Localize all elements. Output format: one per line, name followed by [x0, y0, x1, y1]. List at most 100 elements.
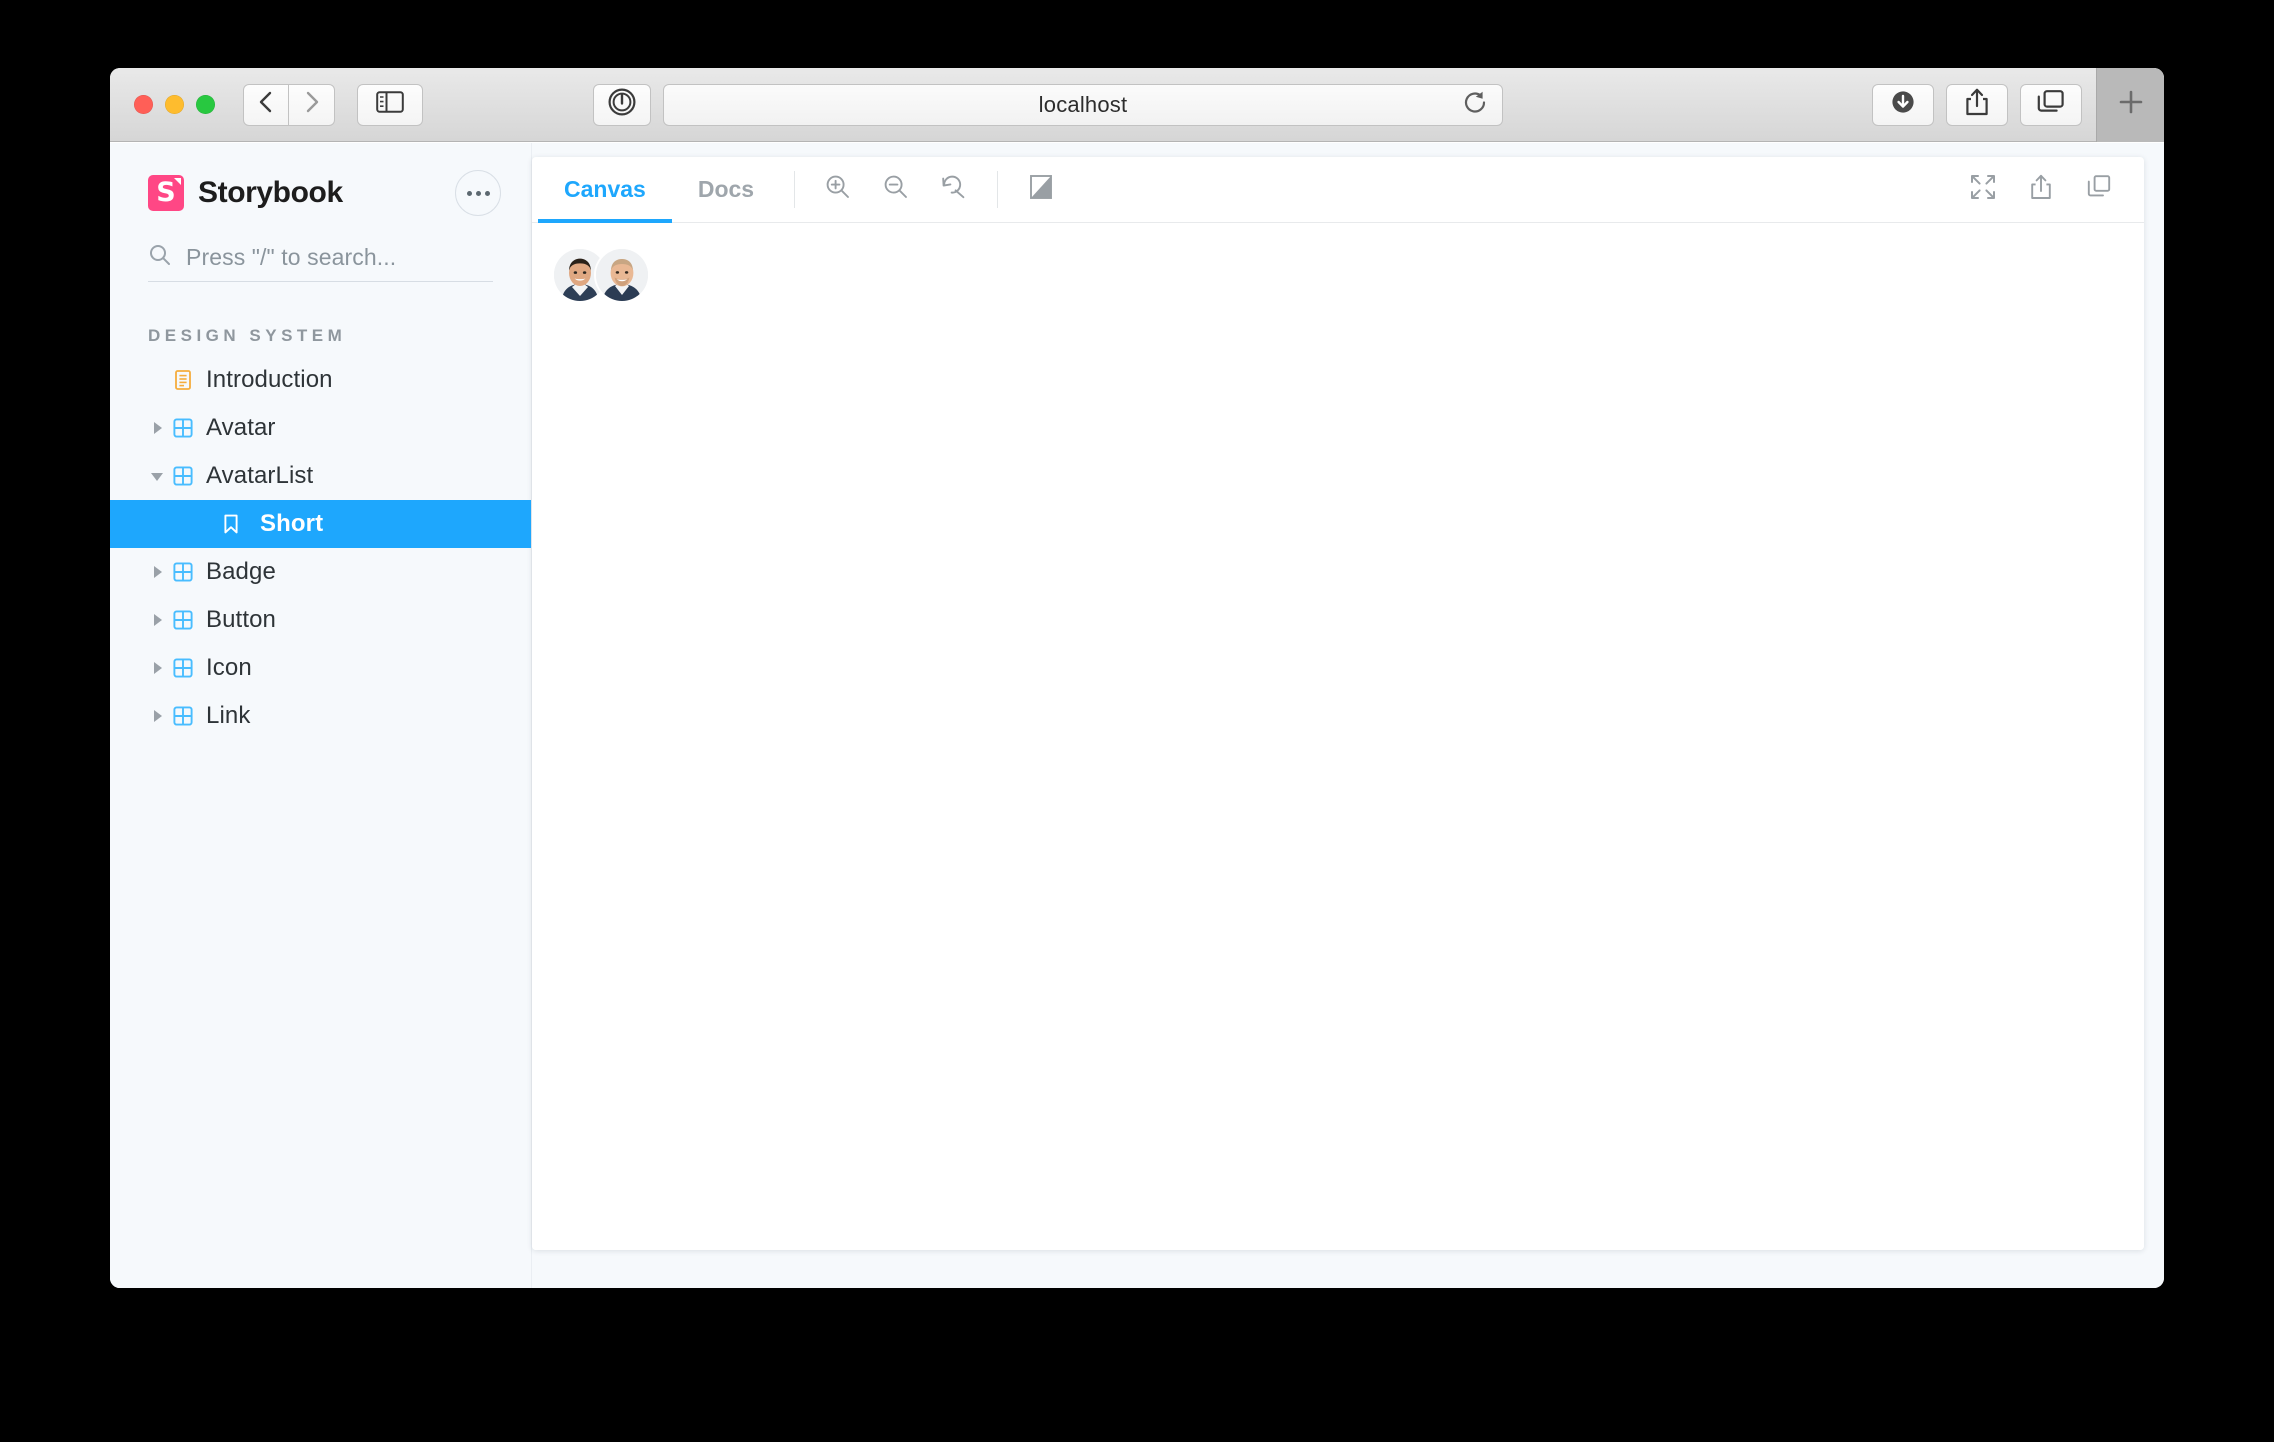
component-icon	[172, 705, 198, 727]
avatar	[596, 249, 648, 301]
zoom-out-icon	[882, 173, 910, 206]
zoom-reset-icon	[940, 173, 968, 206]
sidebar-menu-button[interactable]	[455, 170, 501, 216]
toolbar-separator-2	[997, 171, 999, 208]
preview-area: Canvas Docs	[532, 143, 2164, 1288]
minimize-button[interactable]	[165, 95, 184, 114]
maximize-button[interactable]	[196, 95, 215, 114]
close-button[interactable]	[134, 95, 153, 114]
sidebar-item-label: AvatarList	[206, 462, 314, 489]
tab-canvas[interactable]: Canvas	[538, 157, 672, 223]
tab-overview-button[interactable]	[2020, 83, 2082, 126]
storybook-logo-letter: S	[156, 177, 176, 208]
browser-window: localhost S Storybook Press "/" to searc…	[110, 68, 2164, 1288]
search-icon	[148, 243, 172, 272]
storybook-sidebar: S Storybook Press "/" to search... DESIG…	[110, 143, 532, 1288]
sidebar-panel-icon	[376, 91, 404, 118]
component-icon	[172, 417, 198, 439]
tab-docs[interactable]: Docs	[672, 157, 780, 222]
sidebar-item-label: Button	[206, 606, 276, 633]
sidebar-item-label: Badge	[206, 558, 276, 585]
storybook-logo-icon: S	[148, 175, 184, 211]
avatar-list-story	[554, 249, 2144, 301]
copy-link-button[interactable]	[2070, 157, 2128, 222]
forward-button[interactable]	[289, 83, 335, 126]
browser-titlebar: localhost	[110, 68, 2164, 142]
chevron-right-icon[interactable]	[148, 565, 166, 579]
navigation-buttons	[243, 83, 335, 126]
sidebar-item-avatar[interactable]: Avatar	[110, 404, 531, 452]
storybook-app: S Storybook Press "/" to search... DESIG…	[110, 143, 2164, 1288]
chevron-left-icon	[256, 89, 276, 120]
sidebar-item-icon[interactable]: Icon	[110, 644, 531, 692]
background-toggle-button[interactable]	[1012, 157, 1070, 222]
component-icon	[172, 657, 198, 679]
tab-docs-label: Docs	[697, 176, 755, 202]
window-controls	[134, 95, 215, 114]
share-button[interactable]	[1946, 83, 2008, 126]
ellipsis-icon-dot-2	[475, 190, 481, 196]
back-button[interactable]	[243, 83, 289, 126]
component-icon	[172, 465, 198, 487]
sidebar-item-link[interactable]: Link	[110, 692, 531, 740]
search-input[interactable]: Press "/" to search...	[148, 243, 493, 282]
sidebar-toggle-button[interactable]	[357, 83, 423, 126]
browser-action-buttons	[1872, 83, 2082, 126]
toolbar-separator-1	[794, 171, 796, 208]
contrast-background-icon	[1028, 174, 1054, 205]
open-in-new-tab-button[interactable]	[2012, 157, 2070, 222]
sidebar-item-short[interactable]: Short	[110, 500, 531, 548]
component-icon	[172, 561, 198, 583]
sidebar-item-label: Icon	[206, 654, 252, 681]
story-canvas	[532, 223, 2144, 1250]
fullscreen-icon	[1969, 173, 1997, 206]
reload-icon[interactable]	[1462, 89, 1488, 120]
open-in-new-tab-icon	[2029, 173, 2053, 206]
sidebar-item-label: Avatar	[206, 414, 276, 441]
zoom-reset-button[interactable]	[925, 157, 983, 222]
reader-mode-icon	[607, 87, 637, 122]
sidebar-item-label: Short	[260, 510, 324, 537]
plus-icon	[2116, 87, 2146, 122]
zoom-in-button[interactable]	[809, 157, 867, 222]
preview-panel: Canvas Docs	[532, 157, 2144, 1250]
copy-icon	[2085, 173, 2113, 206]
reader-mode-button[interactable]	[593, 83, 651, 126]
document-icon	[172, 369, 198, 391]
url-text: localhost	[1038, 91, 1128, 117]
sidebar-item-avatarlist[interactable]: AvatarList	[110, 452, 531, 500]
chevron-down-icon[interactable]	[148, 469, 166, 483]
sidebar-title: Storybook	[198, 176, 343, 209]
new-tab-button[interactable]	[2096, 68, 2164, 142]
chevron-right-icon[interactable]	[148, 613, 166, 627]
sidebar-header: S Storybook	[110, 165, 531, 221]
bookmark-icon	[220, 513, 246, 535]
address-bar[interactable]: localhost	[663, 83, 1503, 126]
tab-overview-icon	[2036, 88, 2066, 121]
chevron-right-icon[interactable]	[148, 661, 166, 675]
sidebar-item-label: Link	[206, 702, 251, 729]
preview-toolbar-right	[1954, 157, 2144, 222]
chevron-right-icon	[302, 89, 322, 120]
sidebar-section-title: DESIGN SYSTEM	[148, 326, 347, 345]
sidebar-item-badge[interactable]: Badge	[110, 548, 531, 596]
downloads-button[interactable]	[1872, 83, 1934, 126]
zoom-out-button[interactable]	[867, 157, 925, 222]
share-icon	[1964, 87, 1990, 122]
sidebar-item-introduction[interactable]: Introduction	[110, 356, 531, 404]
zoom-in-icon	[824, 173, 852, 206]
ellipsis-icon-dot-1	[466, 190, 472, 196]
download-icon	[1889, 88, 1917, 121]
preview-toolbar: Canvas Docs	[532, 157, 2144, 223]
sidebar-item-button[interactable]: Button	[110, 596, 531, 644]
search-placeholder: Press "/" to search...	[186, 244, 397, 270]
sidebar-tree: Introduction Avatar AvatarList Short Badge Bu…	[110, 356, 531, 740]
chevron-right-icon[interactable]	[148, 421, 166, 435]
component-icon	[172, 609, 198, 631]
sidebar-item-label: Introduction	[206, 366, 333, 393]
tab-canvas-label: Canvas	[564, 176, 646, 202]
ellipsis-icon-dot-3	[484, 190, 490, 196]
fullscreen-button[interactable]	[1954, 157, 2012, 222]
chevron-right-icon[interactable]	[148, 709, 166, 723]
storybook-logo-corner	[174, 178, 181, 185]
